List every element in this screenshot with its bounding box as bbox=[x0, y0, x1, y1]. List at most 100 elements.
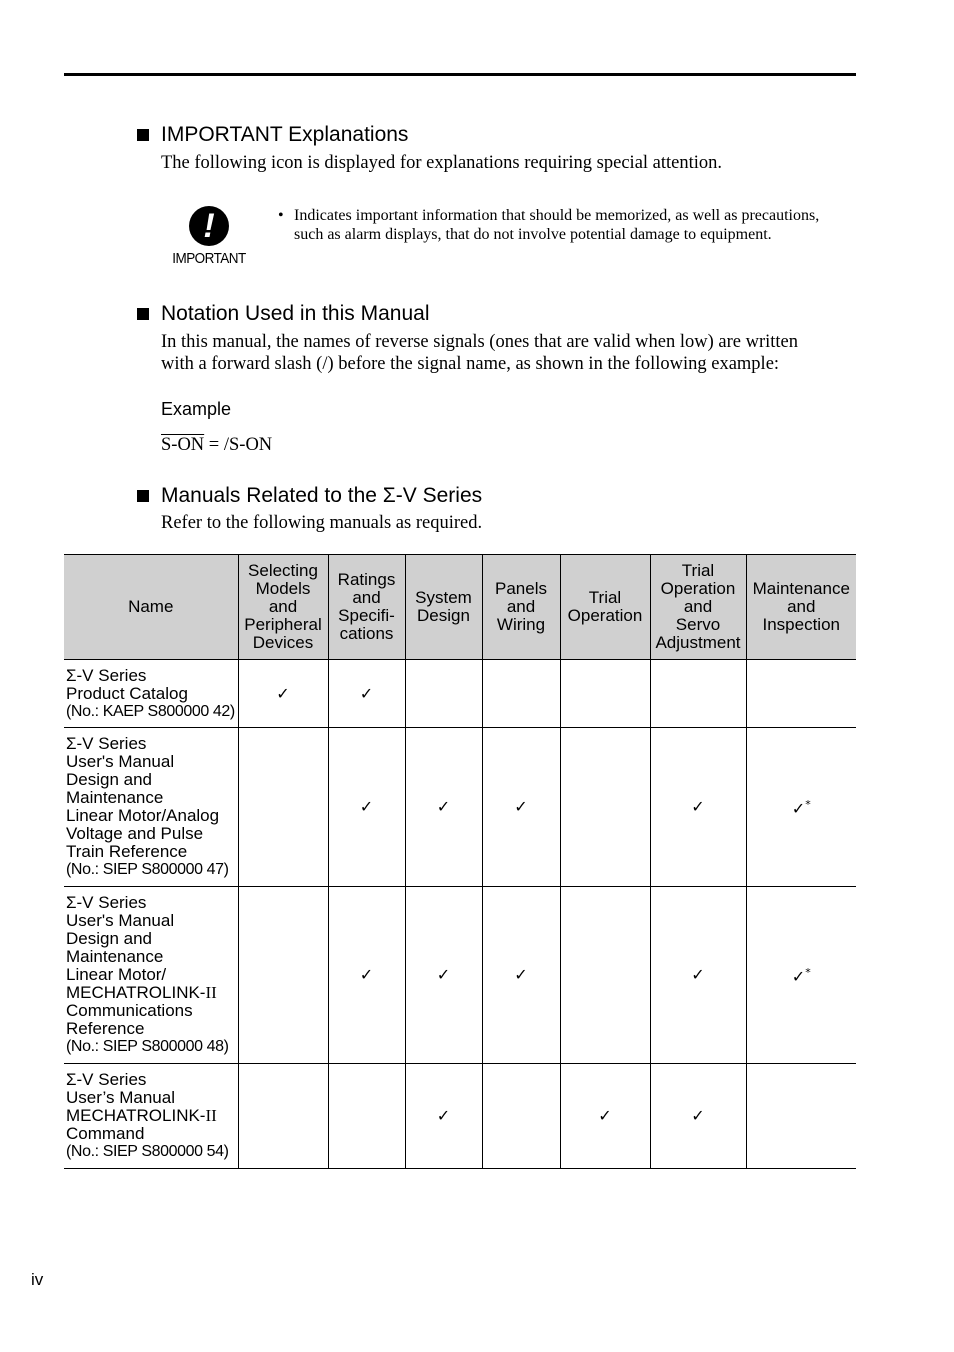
square-bullet-icon bbox=[137, 490, 149, 502]
manual-name-line: MECHATROLINK-II bbox=[66, 1106, 217, 1125]
header-line: and bbox=[352, 588, 381, 607]
table-header-row: Name Selecting Models and Peripheral Devices R… bbox=[64, 554, 856, 660]
manual-name-line: Σ-V Series bbox=[66, 893, 147, 912]
column-header-trial-op-servo-adjustment: Trial Operation and Servo Adjustment bbox=[649, 554, 746, 660]
manual-name-line: Communications bbox=[66, 1001, 193, 1020]
checkmark-icon: ✓ bbox=[598, 1106, 612, 1125]
manual-name-line: Σ-V Series bbox=[66, 734, 147, 753]
manual-name-line: Product Catalog bbox=[66, 683, 188, 703]
header-line: Ratings bbox=[337, 570, 396, 589]
checkmark-icon: ✓ bbox=[359, 683, 374, 703]
important-bullet-text: Indicates important information that sho… bbox=[294, 207, 820, 243]
manual-name-line: Σ-V Series bbox=[66, 1070, 147, 1089]
column-header-system-design: System Design bbox=[404, 554, 482, 660]
manual-name-line: Reference bbox=[66, 1019, 145, 1038]
check-cell-trial-operation bbox=[559, 727, 650, 887]
column-header-maintenance-inspection: Maintenance and Inspection bbox=[745, 554, 856, 660]
manual-name-line: Design and bbox=[66, 929, 153, 948]
manuals-intro: Refer to the following manuals as requir… bbox=[161, 513, 483, 533]
manual-name-line: User's Manual bbox=[66, 911, 175, 930]
check-cell-selecting-models: ✓ bbox=[237, 659, 328, 728]
header-line: Adjustment bbox=[655, 633, 741, 652]
checkmark-icon: ✓ bbox=[691, 965, 705, 984]
column-header-ratings-specs: Ratings and Specifi-cations bbox=[327, 554, 405, 660]
checkmark-icon: ✓ bbox=[514, 965, 528, 984]
footnote-asterisk: * bbox=[805, 966, 811, 979]
check-cell-maintenance-inspection bbox=[745, 659, 856, 728]
section-heading-manuals: Manuals Related to the Σ-V Series bbox=[137, 484, 482, 508]
important-bullet: • Indicates important information that s… bbox=[278, 206, 828, 244]
check-cell-trial-op-servo-adjustment: ✓ bbox=[649, 886, 746, 1064]
table-row: Σ-V Series Product Catalog (No.: KAEP S800… bbox=[64, 659, 856, 728]
checkmark-icon: ✓ bbox=[359, 797, 374, 816]
check-cell-trial-op-servo-adjustment: ✓ bbox=[649, 1063, 746, 1169]
check-cell-maintenance-inspection: ✓* bbox=[745, 886, 856, 1064]
check-cell-panels-wiring: ✓ bbox=[481, 727, 560, 887]
checkmark-icon: ✓ bbox=[276, 683, 290, 703]
exclamation-icon: ! bbox=[189, 206, 229, 246]
header-line: Peripheral bbox=[244, 615, 322, 634]
header-line: Devices bbox=[252, 633, 314, 652]
header-line: Trial bbox=[588, 588, 622, 607]
header-line: Operation bbox=[567, 606, 643, 625]
checkmark-icon: ✓ bbox=[514, 797, 528, 816]
check-cell-ratings-specs: ✓ bbox=[327, 727, 405, 887]
important-icon: ! IMPORTANT bbox=[166, 206, 252, 267]
check-cell-panels-wiring bbox=[481, 1063, 560, 1169]
header-line: Models bbox=[255, 579, 311, 598]
manual-name-cell: Σ-V Series Product Catalog (No.: KAEP S800… bbox=[64, 659, 238, 728]
header-line: Panels bbox=[495, 579, 547, 598]
header-line: cations bbox=[339, 624, 394, 643]
manual-name-line: Σ-V Series bbox=[66, 665, 147, 685]
header-line: and bbox=[506, 597, 536, 616]
table-row: Σ-V Series User's Manual Design and Mainten… bbox=[64, 727, 856, 887]
header-line: and bbox=[268, 597, 298, 616]
check-cell-system-design: ✓ bbox=[404, 727, 482, 887]
manual-name-line: Design and bbox=[66, 770, 153, 789]
header-line: Specifi- bbox=[338, 606, 395, 625]
manual-name-line: Maintenance bbox=[66, 947, 164, 966]
check-cell-trial-operation bbox=[559, 659, 650, 728]
check-cell-system-design bbox=[404, 659, 482, 728]
example-signal: S-ON = /S-ON bbox=[161, 435, 273, 455]
square-bullet-icon bbox=[137, 129, 149, 141]
manual-name-line: Linear Motor/Analog bbox=[66, 806, 220, 825]
bullet-dot: • bbox=[278, 207, 284, 224]
header-line: Wiring bbox=[496, 615, 546, 634]
column-header-name: Name bbox=[64, 554, 238, 660]
header-line: and bbox=[787, 597, 816, 616]
header-line: Trial bbox=[681, 561, 715, 580]
section-heading-notation: Notation Used in this Manual bbox=[137, 302, 429, 326]
manual-number: (No.: SIEP S800000 48) bbox=[66, 1038, 229, 1055]
check-cell-selecting-models bbox=[237, 727, 328, 887]
check-cell-maintenance-inspection bbox=[745, 1063, 856, 1169]
header-line: and bbox=[683, 597, 713, 616]
header-line: Maintenance bbox=[752, 579, 850, 598]
manual-name-line: MECHATROLINK-II bbox=[66, 983, 217, 1002]
manual-number: (No.: KAEP S800000 42) bbox=[66, 702, 235, 720]
manual-name-cell: Σ-V Series User’s Manual MECHATROLINK-II Co… bbox=[64, 1063, 238, 1169]
manual-name-line: Maintenance bbox=[66, 788, 164, 807]
example-label: Example bbox=[161, 399, 232, 419]
important-icon-label: IMPORTANT bbox=[172, 250, 246, 267]
checkmark-icon: ✓ bbox=[436, 965, 451, 984]
checkmark-icon: ✓ bbox=[359, 965, 374, 984]
check-cell-trial-operation bbox=[559, 886, 650, 1064]
manual-name-cell: Σ-V Series User's Manual Design and Mainten… bbox=[64, 886, 238, 1064]
check-cell-trial-op-servo-adjustment: ✓ bbox=[649, 727, 746, 887]
column-header-selecting-models: Selecting Models and Peripheral Devices bbox=[237, 554, 328, 660]
header-line: Servo bbox=[675, 615, 721, 634]
manual-name-line: User's Manual bbox=[66, 752, 175, 771]
check-cell-ratings-specs: ✓ bbox=[327, 886, 405, 1064]
checkmark-icon: ✓ bbox=[436, 797, 451, 816]
important-intro: The following icon is displayed for expl… bbox=[161, 153, 723, 173]
manual-name-line: Voltage and Pulse bbox=[66, 824, 204, 843]
section-heading-important: IMPORTANT Explanations bbox=[137, 123, 408, 147]
header-line: System bbox=[415, 588, 472, 607]
header-line: Operation bbox=[660, 579, 736, 598]
check-cell-panels-wiring: ✓ bbox=[481, 886, 560, 1064]
table-row: Σ-V Series User's Manual Design and Mainten… bbox=[64, 886, 856, 1064]
check-cell-ratings-specs bbox=[327, 1063, 405, 1169]
manual-name-line: Linear Motor/ bbox=[66, 965, 167, 984]
manual-name-line: Train Reference bbox=[66, 842, 188, 861]
